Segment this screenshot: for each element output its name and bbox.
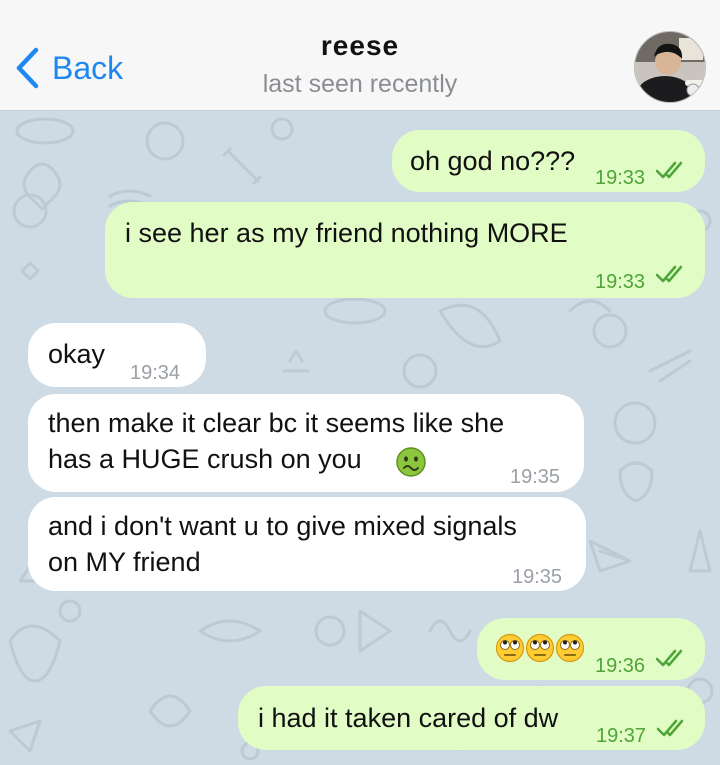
message-text-line: and i don't want u to give mixed signals — [48, 511, 517, 541]
message-text: i see her as my friend nothing MORE — [125, 218, 568, 248]
message-time: 19:37 — [596, 725, 647, 747]
message-time: 19:36 — [595, 655, 646, 677]
message-text: oh god no??? — [410, 146, 576, 176]
outgoing-message[interactable]: oh god no??? 19:33 — [392, 130, 705, 192]
message-list[interactable]: oh god no??? 19:33 i see her as my frien… — [0, 111, 720, 765]
outgoing-message[interactable]: i had it taken cared of dw 19:37 — [238, 686, 705, 750]
message-time: 19:35 — [510, 466, 561, 488]
message-text: okay — [48, 339, 106, 369]
nauseated-face-emoji — [396, 447, 426, 477]
message-text-line: on MY friend — [48, 547, 201, 577]
contact-info[interactable]: reese last seen recently — [0, 30, 720, 99]
incoming-message[interactable]: okay 19:34 — [28, 323, 206, 387]
double-check-icon — [655, 161, 683, 179]
message-text: i had it taken cared of dw — [258, 703, 559, 733]
message-time: 19:33 — [595, 167, 646, 189]
last-seen-status: last seen recently — [262, 70, 458, 98]
contact-name: reese — [320, 30, 400, 61]
double-check-icon — [656, 719, 684, 737]
double-check-icon — [655, 649, 683, 667]
outgoing-message[interactable]: 19:36 — [477, 618, 705, 680]
chat-header: Back reese last seen recently — [0, 0, 720, 111]
message-text-line: has a HUGE crush on you — [48, 444, 362, 474]
message-text-line: then make it clear bc it seems like she — [48, 408, 505, 438]
double-check-icon — [655, 265, 683, 283]
eye-roll-emoji — [495, 633, 585, 663]
incoming-message[interactable]: and i don't want u to give mixed signals… — [28, 497, 586, 591]
incoming-message[interactable]: then make it clear bc it seems like she … — [28, 394, 584, 492]
message-time: 19:34 — [130, 362, 181, 384]
message-time: 19:35 — [512, 566, 563, 588]
outgoing-message[interactable]: i see her as my friend nothing MORE 19:3… — [105, 202, 705, 298]
message-time: 19:33 — [595, 271, 646, 293]
avatar[interactable] — [634, 31, 706, 103]
